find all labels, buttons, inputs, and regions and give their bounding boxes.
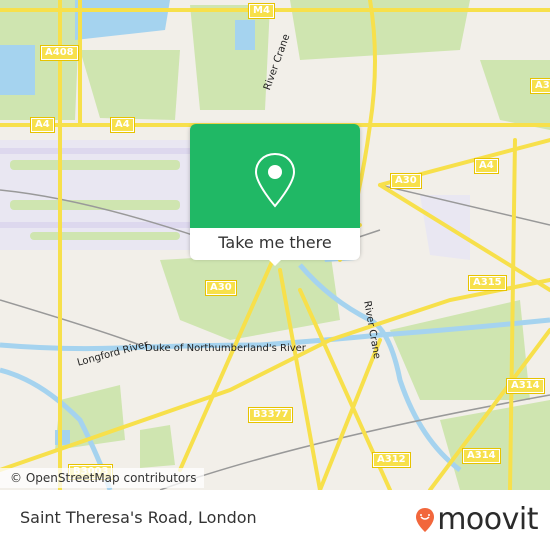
moovit-pin-icon [416, 507, 435, 532]
water-label: Duke of Northumberland's River [145, 343, 306, 354]
road-shield: A30 [530, 78, 550, 94]
road-shield: A4 [30, 117, 55, 133]
take-me-there-button[interactable]: Take me there [190, 228, 360, 260]
road-shield: B3377 [248, 407, 294, 423]
footer: Saint Theresa's Road, London moovit [0, 490, 550, 550]
road-shield: A314 [462, 448, 501, 464]
map-pin-icon [254, 152, 296, 208]
road-shield: A4 [110, 117, 135, 133]
road-shield: A4 [474, 158, 499, 174]
road-shield: A314 [506, 378, 545, 394]
popup-arrow [267, 258, 283, 266]
road-shield: M4 [248, 3, 275, 19]
road-shield: A30 [205, 280, 237, 296]
moovit-logo[interactable]: moovit [415, 502, 538, 537]
map-attribution[interactable]: © OpenStreetMap contributors [0, 468, 205, 488]
place-name: Saint Theresa's Road, London [20, 508, 257, 527]
road-shield: A408 [40, 45, 79, 61]
road-shield: A312 [372, 452, 411, 468]
road-shield: A315 [468, 275, 507, 291]
popup-header[interactable] [190, 124, 360, 228]
brand-name: moovit [437, 502, 538, 537]
road-shield: A30 [390, 173, 422, 189]
take-me-there-popup[interactable]: Take me there [190, 124, 360, 266]
